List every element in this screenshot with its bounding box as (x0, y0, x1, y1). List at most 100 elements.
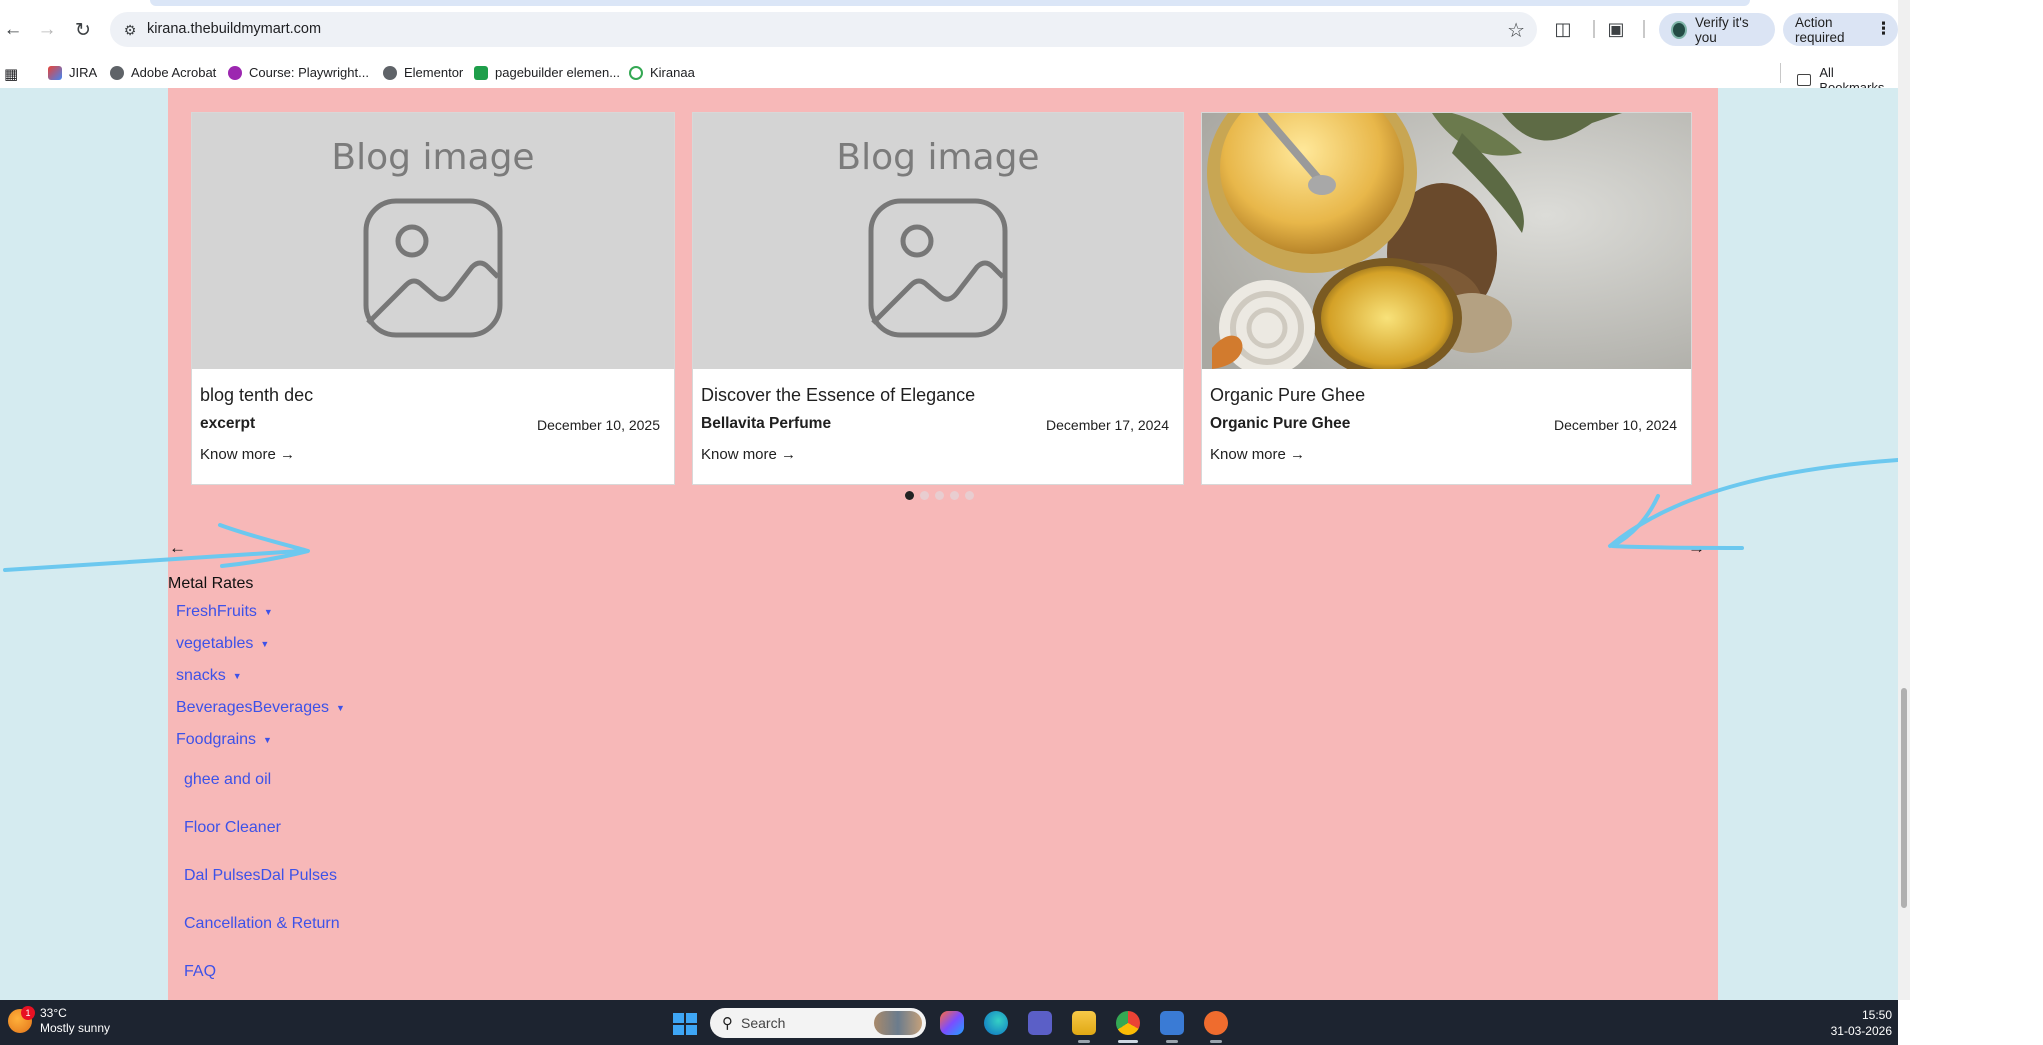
know-more-link[interactable]: Know more → (1210, 446, 1305, 463)
caret-down-icon: ▼ (263, 734, 272, 745)
carousel-dot-3[interactable] (935, 491, 944, 500)
folder-icon (1797, 74, 1812, 86)
file-explorer-icon[interactable] (1072, 1011, 1096, 1035)
url-text[interactable]: kirana.thebuildmymart.com (147, 21, 321, 37)
copilot-icon[interactable] (940, 1011, 964, 1035)
bookmarks-bar: ▦ JIRA Adobe Acrobat Course: Playwright.… (0, 56, 1898, 95)
site-settings-icon[interactable]: ⚙ (120, 20, 140, 40)
link-cancellation-return[interactable]: Cancellation & Return (184, 915, 340, 933)
link-dal-pulses[interactable]: Dal PulsesDal Pulses (184, 867, 337, 885)
caret-down-icon: ▼ (335, 702, 345, 713)
app-running-indicator (1078, 1040, 1090, 1043)
app-running-indicator (1210, 1040, 1222, 1043)
bookmark-kiranaa[interactable]: Kiranaa (629, 65, 695, 80)
app-running-indicator (1166, 1040, 1178, 1043)
notepad-icon[interactable] (1160, 1011, 1184, 1035)
metal-rates-label[interactable]: Metal Rates (168, 575, 253, 593)
bookmark-adobe-acrobat[interactable]: Adobe Acrobat (110, 65, 216, 80)
menu-item-foodgrains[interactable]: Foodgrains ▼ (176, 731, 272, 749)
page-viewport: Blog image blog tenth dec excerpt Decemb… (0, 88, 1898, 1000)
caret-down-icon: ▼ (263, 606, 273, 617)
carousel-next-arrow[interactable]: → (1688, 538, 1705, 558)
menu-item-snacks[interactable]: snacks ▼ (176, 667, 242, 685)
menu-item-vegetables[interactable]: vegetables ▼ (176, 635, 269, 653)
blog-card-title[interactable]: Organic Pure Ghee (1210, 385, 1365, 406)
bookmark-jira[interactable]: JIRA (48, 65, 97, 80)
blog-card[interactable]: Organic Pure Ghee Organic Pure Ghee Dece… (1201, 112, 1692, 485)
carousel-prev-arrow[interactable]: ← (169, 538, 186, 558)
search-highlight-image (874, 1011, 922, 1035)
extensions-icon[interactable]: ◫ (1550, 16, 1576, 42)
blog-card[interactable]: Blog image blog tenth dec excerpt Decemb… (191, 112, 675, 485)
ghee-photo[interactable] (1202, 113, 1691, 369)
cast-icon[interactable]: ▣ (1603, 16, 1629, 42)
address-bar[interactable]: ⚙ kirana.thebuildmymart.com ☆ (110, 12, 1537, 47)
edge-icon[interactable] (984, 1011, 1008, 1035)
link-floor-cleaner[interactable]: Floor Cleaner (184, 819, 281, 837)
bookmark-label: JIRA (69, 65, 98, 80)
menu-dots-icon[interactable]: ⋮ (1875, 19, 1892, 39)
carousel-dot-1[interactable] (905, 491, 914, 500)
blog-card-date: December 10, 2025 (537, 417, 660, 433)
ghee-image-illustration (1202, 113, 1691, 369)
blog-card-title[interactable]: Discover the Essence of Elegance (701, 385, 975, 406)
weather-widget[interactable]: 1 33°C Mostly sunny (8, 1006, 110, 1036)
verify-its-you-button[interactable]: Verify it's you (1659, 13, 1775, 46)
link-ghee-and-oil[interactable]: ghee and oil (184, 771, 271, 789)
carousel-dot-5[interactable] (965, 491, 974, 500)
search-icon: ⚲ (722, 1015, 733, 1032)
link-faq[interactable]: FAQ (184, 963, 216, 981)
weather-temp: 33°C (40, 1006, 67, 1020)
know-more-link[interactable]: Know more → (701, 446, 796, 463)
image-placeholder-icon (868, 198, 1008, 338)
page-content: Blog image blog tenth dec excerpt Decemb… (168, 88, 1718, 1000)
placeholder-text: Blog image (331, 137, 535, 178)
back-arrow-icon[interactable]: ← (0, 17, 26, 43)
bookmark-label: Elementor (404, 65, 464, 80)
blog-image-placeholder[interactable]: Blog image (693, 113, 1183, 369)
menu-item-beverages[interactable]: BeveragesBeverages ▼ (176, 699, 345, 717)
scrollbar-thumb[interactable] (1901, 688, 1907, 908)
clock-time: 15:50 (1861, 1008, 1892, 1022)
action-required-button[interactable]: Action required ⋮ (1783, 13, 1898, 46)
browser-toolbar: ← → ↻ ⚙ kirana.thebuildmymart.com ☆ ◫ ▣ … (0, 0, 1898, 58)
blog-image-placeholder[interactable]: Blog image (192, 113, 674, 369)
bookmark-label: Kiranaa (650, 65, 695, 80)
teams-icon[interactable] (1028, 1011, 1052, 1035)
system-clock[interactable]: 15:50 31-03-2026 (1830, 1007, 1892, 1039)
blog-card-excerpt: Organic Pure Ghee (1210, 415, 1351, 432)
apps-grid-icon[interactable]: ▦ (4, 65, 18, 83)
forward-arrow-icon[interactable]: → (34, 17, 60, 43)
screen: ← → ↻ ⚙ kirana.thebuildmymart.com ☆ ◫ ▣ … (0, 0, 2043, 1045)
caret-down-icon: ▼ (260, 638, 270, 649)
profile-avatar-icon (1671, 20, 1688, 39)
carousel-dot-2[interactable] (920, 491, 929, 500)
blog-card[interactable]: Blog image Discover the Essence of Elega… (692, 112, 1184, 485)
bookmarks-divider (1780, 63, 1781, 83)
carousel-dot-4[interactable] (950, 491, 959, 500)
taskbar-search[interactable]: ⚲ Search (710, 1008, 926, 1038)
course-icon (228, 65, 242, 80)
bookmark-pagebuilder[interactable]: pagebuilder elemen... (474, 65, 620, 80)
know-more-link[interactable]: Know more → (200, 446, 295, 463)
verify-label: Verify it's you (1695, 14, 1749, 45)
postman-icon[interactable] (1204, 1011, 1228, 1035)
bookmark-elementor[interactable]: Elementor (383, 65, 463, 80)
bookmark-star-icon[interactable]: ☆ (1507, 18, 1525, 43)
menu-item-label: Foodgrains (176, 731, 257, 748)
menu-item-freshfruits[interactable]: FreshFruits ▼ (176, 603, 273, 621)
action-label: Action required (1795, 14, 1845, 45)
chrome-icon[interactable] (1116, 1011, 1140, 1035)
blog-card-excerpt: excerpt (200, 415, 256, 432)
weather-condition: Mostly sunny (40, 1021, 111, 1035)
caret-down-icon: ▼ (232, 670, 242, 681)
sun-icon: 1 (8, 1006, 35, 1033)
windows-start-icon[interactable] (673, 1013, 697, 1035)
reload-icon[interactable]: ↻ (70, 17, 96, 43)
menu-item-label: FreshFruits (176, 603, 257, 620)
globe-icon (383, 65, 397, 80)
blog-card-title[interactable]: blog tenth dec (200, 385, 313, 406)
sheets-icon (474, 65, 488, 80)
toolbar-divider (1593, 20, 1595, 38)
bookmark-course-playwright[interactable]: Course: Playwright... (228, 65, 369, 80)
